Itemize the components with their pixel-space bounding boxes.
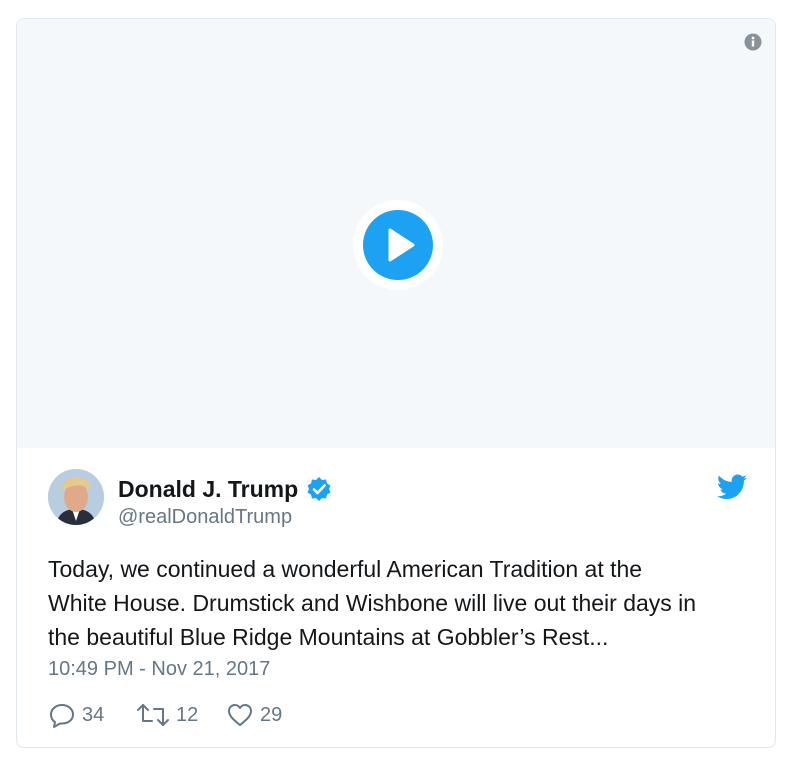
tweet-text-line: Today, we continued a wonderful American… bbox=[48, 556, 643, 582]
reply-count: 34 bbox=[82, 703, 105, 726]
tweet-actions: 34 12 29 bbox=[48, 700, 448, 730]
info-icon[interactable] bbox=[744, 33, 762, 51]
author-handle[interactable]: @realDonaldTrump bbox=[118, 506, 292, 529]
play-icon bbox=[388, 228, 415, 262]
like-count: 29 bbox=[260, 703, 283, 726]
avatar[interactable] bbox=[48, 469, 104, 525]
play-button-circle[interactable] bbox=[363, 210, 433, 280]
retweet-icon bbox=[137, 704, 169, 726]
reply-button[interactable]: 34 bbox=[48, 700, 104, 730]
retweet-count: 12 bbox=[176, 703, 199, 726]
author-name[interactable]: Donald J. Trump bbox=[118, 476, 298, 503]
tweet-text-line: White House. Drumstick and Wishbone will… bbox=[48, 590, 697, 616]
tweet-timestamp[interactable]: 10:49 PM - Nov 21, 2017 bbox=[48, 658, 270, 681]
video-player[interactable] bbox=[17, 19, 775, 448]
heart-icon bbox=[228, 704, 252, 726]
avatar-image bbox=[48, 469, 104, 525]
reply-icon bbox=[50, 704, 74, 728]
tweet-text: Today, we continued a wonderful American… bbox=[48, 552, 748, 654]
verified-badge-icon bbox=[307, 477, 331, 501]
retweet-button[interactable]: 12 bbox=[136, 700, 198, 730]
play-button[interactable] bbox=[353, 200, 443, 290]
twitter-bird-icon[interactable] bbox=[717, 474, 747, 500]
tweet-text-line: the beautiful Blue Ridge Mountains at Go… bbox=[48, 624, 609, 650]
tweet-card: Donald J. Trump @realDonaldTrump Today, … bbox=[16, 18, 776, 748]
like-button[interactable]: 29 bbox=[226, 700, 282, 730]
